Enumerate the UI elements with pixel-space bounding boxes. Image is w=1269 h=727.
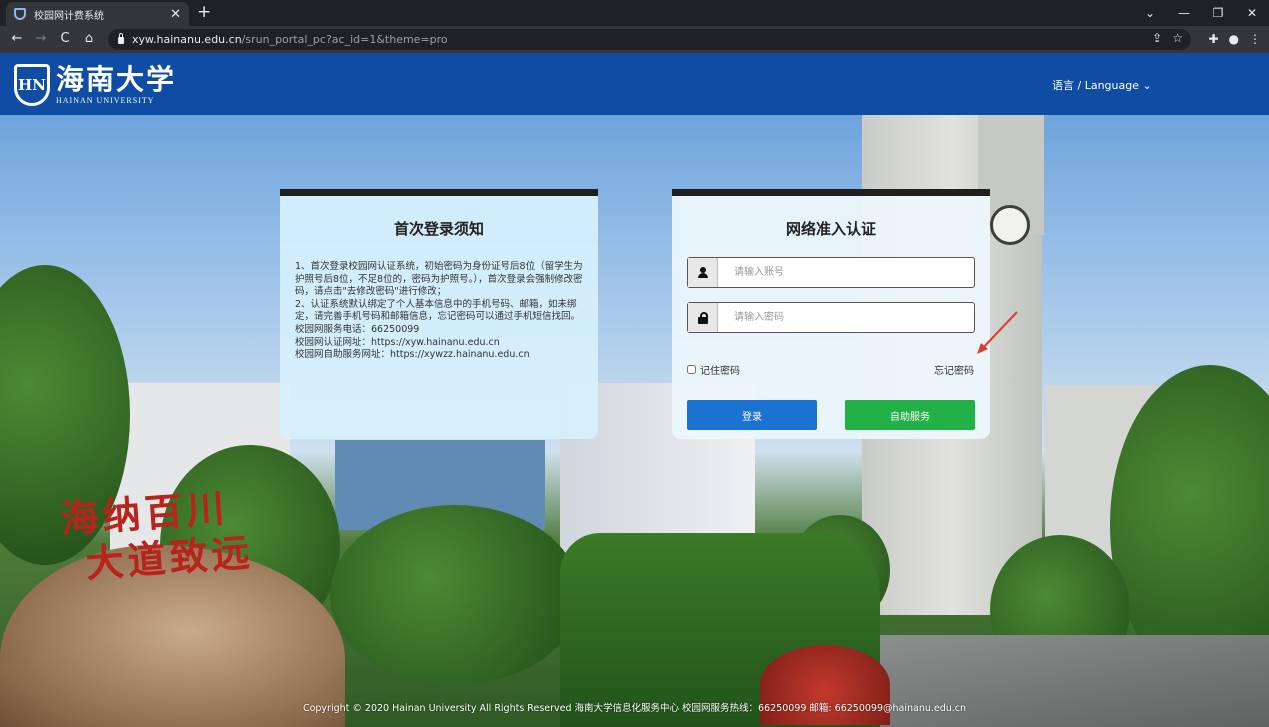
notice-card: 首次登录须知 1、首次登录校园网认证系统，初始密码为身份证号后8位（留学生为护照…	[280, 189, 598, 439]
notice-line: 2、认证系统默认绑定了个人基本信息中的手机号码、邮箱，如未绑定，请完善手机号码和…	[295, 298, 581, 323]
lock-icon[interactable]	[118, 33, 124, 44]
tab-search-icon[interactable]: ⌄	[1133, 6, 1167, 20]
minimize-button[interactable]: —	[1167, 6, 1201, 20]
username-field[interactable]	[687, 257, 975, 288]
remember-password-label: 记住密码	[700, 366, 740, 377]
lock-icon	[688, 303, 718, 332]
login-title: 网络准入认证	[785, 220, 876, 238]
self-service-button[interactable]: 自助服务	[845, 400, 975, 430]
password-input[interactable]	[718, 303, 974, 332]
campus-background-image	[0, 115, 1269, 727]
back-button[interactable]: ←	[8, 30, 26, 48]
notice-line: 校园网服务电话：66250099	[295, 323, 420, 335]
menu-kebab-icon[interactable]: ⋮	[1249, 30, 1261, 48]
page-footer: Copyright © 2020 Hainan University All R…	[302, 703, 967, 714]
notice-body: 1、首次登录校园网认证系统，初始密码为身份证号后8位（留学生为护照号后8位，不足…	[295, 261, 584, 362]
user-icon	[688, 258, 718, 287]
new-tab-button[interactable]: +	[197, 2, 211, 22]
logo-english-name: HAINAN UNIVERSITY	[56, 96, 155, 105]
share-icon[interactable]: ⇪	[1152, 31, 1162, 45]
address-bar[interactable]: xyw.hainanu.edu.cn/srun_portal_pc?ac_id=…	[108, 29, 1191, 50]
language-dropdown[interactable]: 语言 / Language ⌄	[1052, 77, 1152, 93]
annotation-arrow-icon	[977, 311, 1018, 354]
profile-icon[interactable]: ●	[1229, 30, 1239, 48]
notice-line: 校园网认证网址：https://xyw.hainanu.edu.cn	[295, 336, 500, 348]
browser-tab[interactable]: 校园网计费系统 ✕	[6, 2, 189, 26]
reload-button[interactable]: C	[56, 30, 74, 48]
home-button[interactable]: ⌂	[80, 30, 98, 48]
forgot-password-link[interactable]: 忘记密码	[934, 362, 974, 377]
username-input[interactable]	[718, 258, 974, 287]
tab-title: 校园网计费系统	[34, 10, 104, 22]
remember-password-checkbox[interactable]	[687, 365, 696, 374]
browser-tab-strip: 校园网计费系统 ✕ + ⌄ — ❐ ✕	[0, 0, 1269, 26]
university-logo: HN 海南大学 HAINAN UNIVERSITY	[14, 64, 176, 106]
shield-favicon-icon	[14, 8, 26, 20]
url-path: /srun_portal_pc?ac_id=1&theme=pro	[241, 33, 448, 46]
window-controls: ⌄ — ❐ ✕	[1133, 0, 1269, 26]
tab-close-icon[interactable]: ✕	[170, 8, 181, 21]
password-field[interactable]	[687, 302, 975, 333]
close-window-button[interactable]: ✕	[1235, 6, 1269, 20]
notice-title: 首次登录须知	[393, 220, 484, 238]
browser-toolbar: ← → C ⌂ xyw.hainanu.edu.cn/srun_portal_p…	[0, 26, 1269, 53]
extensions-icon[interactable]: ✚	[1208, 30, 1218, 48]
tree	[330, 505, 580, 685]
bookmark-star-icon[interactable]: ☆	[1172, 31, 1183, 45]
site-header: HN 海南大学 HAINAN UNIVERSITY 语言 / Language …	[0, 53, 1269, 115]
login-button[interactable]: 登录	[687, 400, 817, 430]
logo-chinese-name: 海南大学	[56, 63, 177, 96]
notice-line: 校园网自助服务网址：https://xywzz.hainanu.edu.cn	[295, 349, 530, 361]
remember-password[interactable]: 记住密码	[687, 362, 740, 377]
forward-button[interactable]: →	[32, 30, 50, 48]
logo-shield-icon: HN	[14, 64, 50, 106]
url-host: xyw.hainanu.edu.cn	[132, 33, 242, 46]
login-card: 网络准入认证 记住密码 忘记密码 登录 自助服务	[672, 189, 990, 439]
restore-button[interactable]: ❐	[1201, 6, 1235, 20]
clock-face	[990, 205, 1030, 245]
rock-inscription: 海纳百川 大道致远	[59, 483, 255, 588]
notice-line: 1、首次登录校园网认证系统，初始密码为身份证号后8位（留学生为护照号后8位，不足…	[295, 261, 583, 298]
